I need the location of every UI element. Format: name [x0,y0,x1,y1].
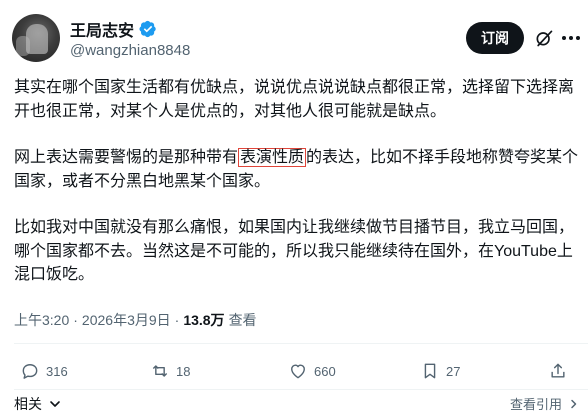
repost-count: 18 [176,363,191,379]
like-button[interactable]: 660 [288,360,336,382]
views-count: 13.8万 [183,312,225,328]
tweet-meta: 上午3:20 · 2026年3月9日 · 13.8万 查看 [14,310,257,330]
tweet-paragraph-2: 网上表达需要警惕的是那种带有 表演性质 的表达，比如不择手段地称赞夸奖某个国家，或者… [14,146,584,193]
bookmark-icon [424,363,436,379]
view-quotes-link[interactable]: 查看引用 [510,394,579,413]
action-bar: 316 18 660 27 [0,354,588,388]
chevron-right-icon [570,399,576,409]
avatar-figure [26,24,48,54]
tweet-paragraph-3: 比如我对中国就没有那么痛恨，如果国内让我继续做节目播节目，我立马回国，哪个国家都… [14,219,575,283]
meta-separator: · [73,312,78,328]
more-button[interactable] [558,26,584,50]
like-icon [291,364,305,379]
tweet-footer: 相关 查看引用 [0,390,588,416]
avatar[interactable] [12,14,60,62]
grok-button[interactable] [532,26,556,50]
more-icon [562,36,580,40]
verified-badge-icon [139,20,156,38]
bookmark-button[interactable]: 27 [420,360,460,382]
meta-separator-2: · [174,312,180,328]
author-display-name[interactable]: 王局志安 [70,17,134,41]
bookmark-count: 27 [446,363,461,379]
name-row: 王局志安 [70,18,157,40]
post-time[interactable]: 上午3:20 [14,310,69,330]
grok-icon [536,30,553,47]
repost-button[interactable]: 18 [150,360,190,382]
subscribe-button[interactable]: 订阅 [466,22,524,54]
highlighted-phrase: 表演性质 [238,148,307,167]
author-handle[interactable]: @wangzhian8848 [70,42,190,59]
related-label: 相关 [14,396,42,412]
reply-icon [22,364,38,379]
tweet-paragraph-1: 其实在哪个国家生活都有优缺点，说说优点说说缺点都很正常，选择留下选择离开也很正常… [14,79,575,120]
repost-icon [152,365,168,377]
post-date[interactable]: 2026年3月9日 [82,310,171,330]
chevron-down-icon [50,401,60,407]
reply-button[interactable]: 316 [20,360,68,382]
views-label: 查看 [228,312,257,328]
like-count: 660 [314,363,336,379]
tweet-header: 王局志安 @wangzhian8848 订阅 [0,0,588,72]
tweet-text: 其实在哪个国家生活都有优缺点，说说优点说说缺点都很正常，选择留下选择离开也很正常… [14,76,584,310]
share-icon [551,363,565,378]
tweet-paragraph-2-start: 网上表达需要警惕的是那种带有 [14,149,239,166]
view-quotes-label: 查看引用 [510,397,563,412]
related-toggle[interactable]: 相关 [14,394,61,414]
reply-count: 316 [46,363,68,379]
share-button[interactable] [548,360,568,382]
divider-top [14,343,588,344]
